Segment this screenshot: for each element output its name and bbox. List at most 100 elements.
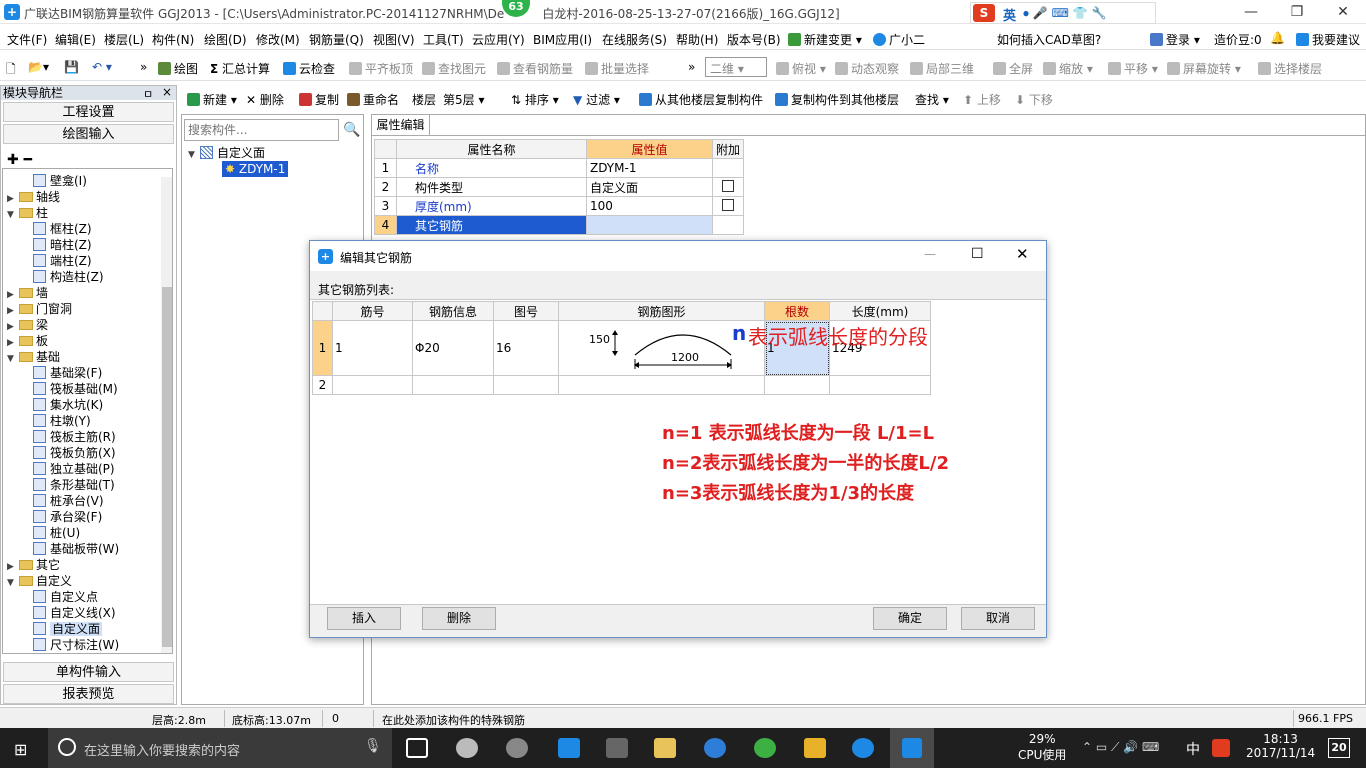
view-mode-select[interactable]: 二维 ▾ <box>705 57 767 77</box>
nav-tree-item[interactable]: ▶ 其它 <box>7 557 60 573</box>
menu-edit[interactable]: 编辑(E) <box>55 31 96 48</box>
nav-tree-item[interactable]: 框柱(Z) <box>33 221 92 237</box>
search-icon[interactable]: 🔍 <box>342 120 362 140</box>
pan-button[interactable]: 平移 ▾ <box>1108 60 1158 77</box>
nav-tree-item[interactable]: ▶ 墙 <box>7 285 48 301</box>
undo-icon[interactable]: ↶ ▾ <box>92 60 112 74</box>
menu-view[interactable]: 视图(V) <box>373 31 415 48</box>
nav-tree-item[interactable]: 构造柱(Z) <box>33 269 104 285</box>
microphone-icon[interactable]: 🎙 <box>364 738 382 754</box>
nav-tree-item[interactable]: ▶ 门窗洞 <box>7 301 72 317</box>
select-floor-button[interactable]: 选择楼层 <box>1258 60 1322 77</box>
menu-modify[interactable]: 修改(M) <box>256 31 300 48</box>
nav-tree-item[interactable]: 端柱(Z) <box>33 253 92 269</box>
nav-tree-item[interactable]: 条形基础(T) <box>33 477 115 493</box>
sogou-tray-icon[interactable] <box>1212 739 1230 757</box>
nav-tree-item[interactable]: 桩(U) <box>33 525 80 541</box>
find-element-button[interactable]: 查找图元 <box>422 60 486 77</box>
menu-file[interactable]: 文件(F) <box>7 31 47 48</box>
draw-button[interactable]: 绘图 <box>158 60 198 77</box>
menu-draw[interactable]: 绘图(D) <box>204 31 247 48</box>
active-app-tile[interactable] <box>890 728 934 768</box>
overflow-icon[interactable]: » <box>140 60 147 74</box>
bell-icon[interactable]: 🔔 <box>1270 31 1285 45</box>
sum-button[interactable]: Σ 汇总计算 <box>210 60 270 77</box>
tree-root-custom-face[interactable]: ▼ 自定义面 <box>188 145 265 161</box>
notepad-app-icon[interactable] <box>804 738 826 758</box>
prop-row-selected[interactable]: 4 其它钢筋 <box>374 215 745 235</box>
close-button[interactable]: ✕ <box>1320 0 1366 24</box>
ime-toolbar[interactable]: S 英 ⦁ 🎤 ⌨ 👕 🔧 <box>970 2 1156 24</box>
find-button[interactable]: 查找 ▾ <box>915 91 949 108</box>
ok-button[interactable]: 确定 <box>873 607 947 630</box>
cloud-check-button[interactable]: 云检查 <box>283 60 335 77</box>
taskbar-search[interactable]: 在这里输入你要搜索的内容 🎙 <box>48 728 392 768</box>
tray-icons[interactable]: ⌃ ▭ ⟋ 🔊 ⌨ <box>1082 740 1159 755</box>
top-view-button[interactable]: 俯视 ▾ <box>776 60 826 77</box>
tree-item-zdym-1[interactable]: ✸ ZDYM-1 <box>222 161 289 177</box>
ime-lang-label[interactable]: 英 <box>1003 5 1016 24</box>
extra-checkbox[interactable] <box>722 179 734 192</box>
open-folder-icon[interactable]: 📂▾ <box>28 60 49 74</box>
menu-help[interactable]: 帮助(H) <box>676 31 718 48</box>
prop-row[interactable]: 3 厚度(mm) 100 <box>374 196 745 216</box>
tab-property-edit[interactable]: 属性编辑 <box>372 115 430 135</box>
move-down-button[interactable]: ⬇ 下移 <box>1015 91 1053 108</box>
flat-slab-button[interactable]: 平齐板顶 <box>349 60 413 77</box>
move-up-button[interactable]: ⬆ 上移 <box>963 91 1001 108</box>
nav-tree-item[interactable]: ▼ 自定义 <box>7 573 72 589</box>
copy-from-floor-button[interactable]: 从其他楼层复制构件 <box>639 91 763 108</box>
extra-checkbox[interactable] <box>722 198 734 211</box>
expand-collapse-icons[interactable]: ✚ ━ <box>7 152 32 168</box>
filter-button[interactable]: ▼ 过滤 ▾ <box>573 91 620 108</box>
draw-input-button[interactable]: 绘图输入 <box>3 124 174 144</box>
browser-360-icon[interactable] <box>754 738 776 758</box>
menu-new-change[interactable]: 新建变更 ▾ <box>788 31 862 48</box>
minimize-button[interactable]: — <box>1228 0 1274 24</box>
copy-to-floor-button[interactable]: 复制构件到其他楼层 <box>775 91 899 108</box>
nav-tree-item[interactable]: 筏板负筋(X) <box>33 445 116 461</box>
menu-version[interactable]: 版本号(B) <box>727 31 781 48</box>
fan-app-icon[interactable] <box>456 738 478 758</box>
delete-button[interactable]: 删除 <box>422 607 496 630</box>
nav-tree-item[interactable]: 筏板基础(M) <box>33 381 118 397</box>
ime-lang-indicator[interactable]: 中 <box>1186 739 1200 759</box>
menu-floor[interactable]: 楼层(L) <box>104 31 144 48</box>
nav-tree-item[interactable]: ▶ 板 <box>7 333 48 349</box>
nav-tree-item[interactable]: 自定义点 <box>33 589 98 605</box>
fullscreen-button[interactable]: 全屏 <box>993 60 1033 77</box>
rename-button[interactable]: 重命名 <box>347 91 399 108</box>
nav-tree-item[interactable]: 暗柱(Z) <box>33 237 92 253</box>
notification-count[interactable]: 20 <box>1328 738 1350 758</box>
dialog-close-button[interactable]: ✕ <box>1016 245 1029 263</box>
menu-tools[interactable]: 工具(T) <box>423 31 464 48</box>
zaojiadou-label[interactable]: 造价豆:0 <box>1214 31 1262 48</box>
store-icon[interactable] <box>606 738 628 758</box>
new-component-button[interactable]: 新建 ▾ <box>187 91 237 108</box>
restore-button[interactable]: ❐ <box>1274 0 1320 24</box>
nav-tree-item[interactable]: 桩承台(V) <box>33 493 104 509</box>
menu-online[interactable]: 在线服务(S) <box>602 31 667 48</box>
collapse-arrow-icon[interactable]: ▼ <box>7 575 19 591</box>
menu-bim[interactable]: BIM应用(I) <box>533 31 592 48</box>
nav-tree-item[interactable]: ▼ 基础 <box>7 349 60 365</box>
new-file-icon[interactable]: 🗋 <box>6 60 16 81</box>
sort-button[interactable]: ⇅ 排序 ▾ <box>511 91 559 108</box>
menu-cloud[interactable]: 云应用(Y) <box>472 31 525 48</box>
nav-tree-item[interactable]: ▶ 轴线 <box>7 189 60 205</box>
rotate-button[interactable]: 屏幕旋转 ▾ <box>1167 60 1241 77</box>
copy-component-button[interactable]: 复制 <box>299 91 339 108</box>
batch-select-button[interactable]: 批量选择 <box>585 60 649 77</box>
pin-icon[interactable]: ㅁ <box>143 86 153 102</box>
floor-select[interactable]: 第5层 ▾ <box>443 91 484 108</box>
explorer-icon[interactable] <box>654 738 676 758</box>
nav-tree-item[interactable]: 独立基础(P) <box>33 461 115 477</box>
nav-tree-item[interactable]: 自定义面 <box>33 621 103 637</box>
nav-tree-item[interactable]: ▼ 柱 <box>7 205 48 221</box>
clock[interactable]: 18:13 2017/11/14 <box>1246 732 1315 760</box>
cancel-button[interactable]: 取消 <box>961 607 1035 630</box>
collapse-arrow-icon[interactable]: ▼ <box>7 351 19 367</box>
dialog-maximize-button[interactable]: ☐ <box>971 246 984 262</box>
nav-tree-item[interactable]: 基础板带(W) <box>33 541 119 557</box>
windows-start-icon[interactable]: ⊞ <box>14 740 27 759</box>
